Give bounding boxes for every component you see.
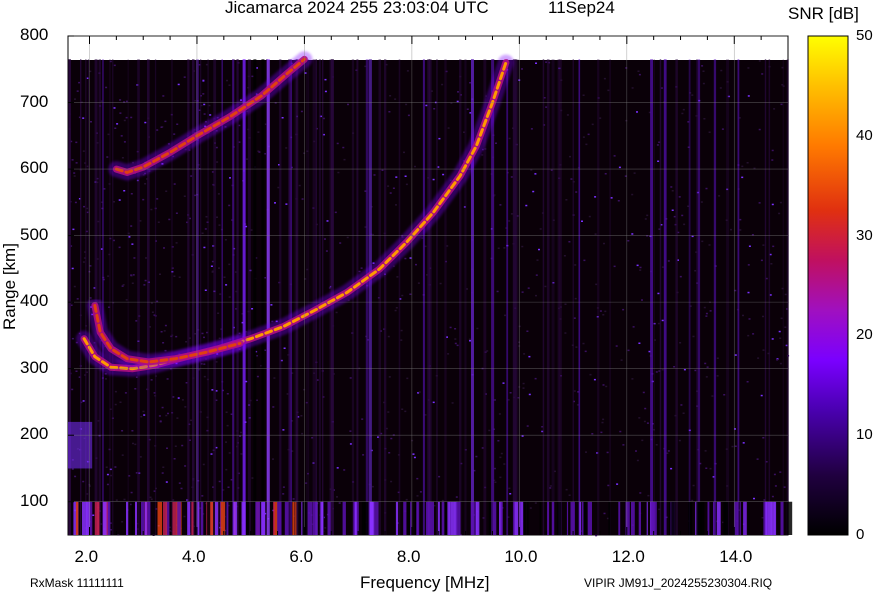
chart-date: 11Sep24 bbox=[548, 0, 615, 17]
x-tick-label: 8.0 bbox=[396, 547, 421, 566]
colorbar-tick-label: 20 bbox=[856, 326, 873, 344]
colorbar-tick-label: 50 bbox=[856, 27, 873, 44]
y-tick-label: 700 bbox=[20, 91, 49, 111]
y-tick-label: 800 bbox=[20, 25, 49, 44]
y-tick-label: 600 bbox=[20, 158, 49, 178]
colorbar-tick-label: 30 bbox=[856, 226, 873, 244]
x-tick-label: 12.0 bbox=[611, 547, 645, 566]
x-axis-label: Frequency [MHz] bbox=[360, 573, 490, 592]
y-tick-label: 100 bbox=[20, 490, 49, 510]
y-tick-label: 300 bbox=[20, 357, 49, 377]
file-label: VIPIR JM91J_2024255230304.RIQ bbox=[584, 576, 773, 590]
rxmask-label: RxMask 11111111 bbox=[30, 576, 124, 590]
y-tick-label: 200 bbox=[20, 424, 49, 444]
colorbar bbox=[807, 35, 849, 536]
x-tick-label: 4.0 bbox=[181, 547, 206, 566]
y-tick-label: 400 bbox=[20, 291, 49, 311]
x-tick-label: 10.0 bbox=[504, 547, 538, 566]
x-tick-label: 6.0 bbox=[289, 547, 314, 566]
x-tick-label: 14.0 bbox=[719, 547, 753, 566]
x-tick-label: 2.0 bbox=[74, 547, 99, 566]
y-axis-label: Range [km] bbox=[0, 243, 19, 330]
y-tick-label: 500 bbox=[20, 224, 49, 244]
colorbar-title: SNR [dB] bbox=[788, 4, 859, 23]
colorbar-tick-label: 40 bbox=[856, 126, 873, 144]
colorbar-tick-label: 0 bbox=[856, 526, 865, 543]
colorbar-tick-label: 10 bbox=[856, 426, 873, 444]
ionogram-plot bbox=[67, 35, 849, 537]
chart-title: Jicamarca 2024 255 23:03:04 UTC bbox=[225, 0, 489, 17]
